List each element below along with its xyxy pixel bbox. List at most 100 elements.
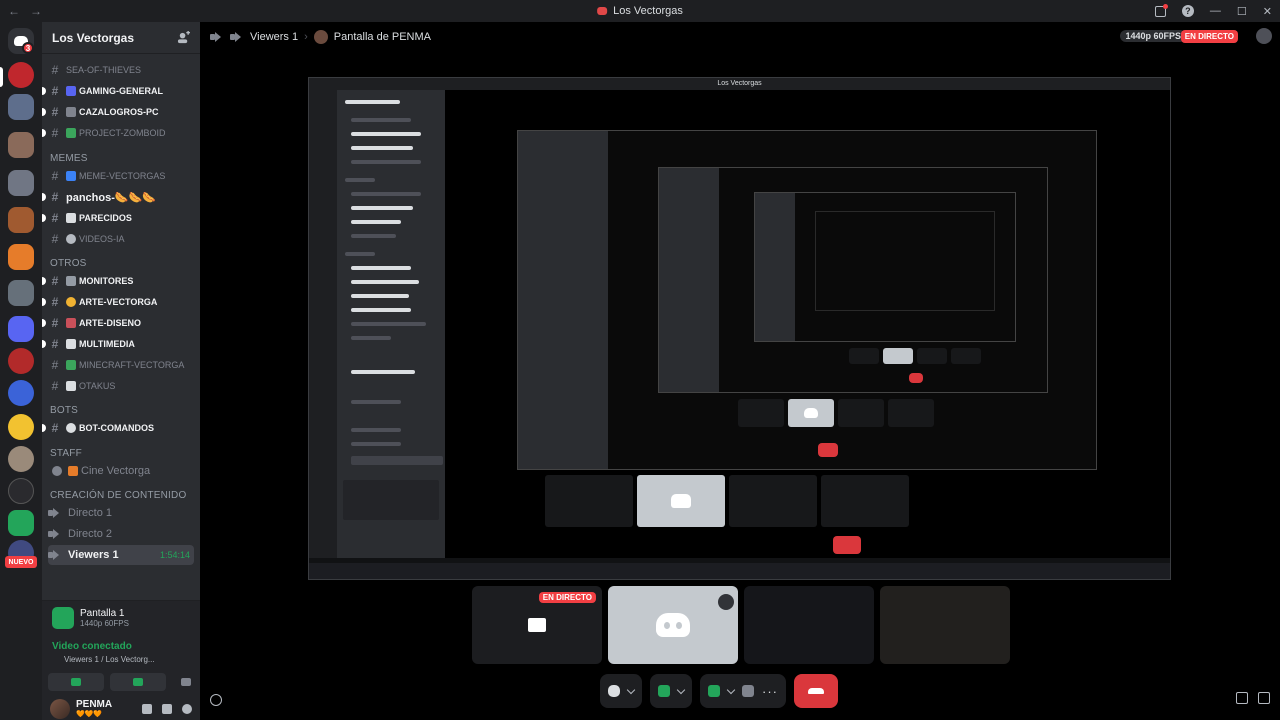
tile-camera-user-1[interactable] xyxy=(744,586,874,664)
settings-gear-icon[interactable] xyxy=(182,704,192,714)
camera-button[interactable] xyxy=(48,673,104,691)
channel-videos-ia[interactable]: # VIDEOS-IA xyxy=(48,229,194,249)
channel-otakus[interactable]: # OTAKUS xyxy=(48,376,194,396)
window-controls: ? — ☐ ✕ xyxy=(1154,0,1272,22)
hangup-icon xyxy=(808,688,824,694)
avatar[interactable] xyxy=(50,699,70,719)
unread-dot xyxy=(42,298,46,306)
close-button[interactable]: ✕ xyxy=(1263,5,1272,18)
nested-sidebar xyxy=(659,168,719,392)
channel-label: SEA-OF-THIEVES xyxy=(66,65,142,75)
add-member-icon[interactable] xyxy=(177,31,190,44)
channel-cazalogros-pc[interactable]: # CAZALOGROS-PC xyxy=(42,102,194,122)
user-status: 🧡🧡🧡 xyxy=(76,711,103,718)
hash-icon: # xyxy=(51,190,59,204)
share-screen-button[interactable] xyxy=(110,673,166,691)
chevron-down-icon[interactable] xyxy=(676,685,686,694)
channel-panchos[interactable]: # panchos-🌭🌭🌭 xyxy=(42,187,194,207)
category-bots[interactable]: BOTS xyxy=(50,405,78,416)
tile-screen-share[interactable]: EN DIRECTO xyxy=(472,586,602,664)
category-creacion[interactable]: CREACIÓN DE CONTENIDO xyxy=(50,490,186,501)
more-options-icon[interactable]: ··· xyxy=(762,684,778,699)
back-button[interactable]: ← xyxy=(8,4,20,18)
popout-icon[interactable] xyxy=(1236,692,1248,704)
shared-screen[interactable]: Los Vectorgas xyxy=(308,77,1171,580)
tile-menu-chevron-icon[interactable] xyxy=(718,594,734,610)
channel-multimedia[interactable]: # MULTIMEDIA xyxy=(42,334,194,354)
server-icon-car[interactable] xyxy=(8,348,34,374)
category-staff[interactable]: STAFF xyxy=(50,448,82,459)
microphone-icon[interactable] xyxy=(608,685,620,697)
invite-to-call-icon[interactable] xyxy=(210,694,222,706)
tile-discord-user[interactable] xyxy=(608,586,738,664)
eyes-icon xyxy=(66,381,76,391)
channel-monitores[interactable]: # MONITORES xyxy=(42,271,194,291)
mic-group[interactable] xyxy=(600,674,642,708)
unread-dot xyxy=(42,214,46,222)
camera-icon[interactable] xyxy=(658,685,670,697)
hash-icon: # xyxy=(51,379,59,393)
server-icon-avatar[interactable] xyxy=(8,446,34,472)
maximize-button[interactable]: ☐ xyxy=(1237,5,1247,18)
shared-line xyxy=(351,132,421,136)
channel-bot-comandos[interactable]: # BOT-COMANDOS xyxy=(42,418,194,438)
inbox-icon[interactable] xyxy=(1154,3,1168,17)
activities-button[interactable] xyxy=(172,673,200,691)
server-folder-1[interactable] xyxy=(8,94,34,120)
chevron-down-icon[interactable] xyxy=(626,685,636,694)
channel-project-zomboid[interactable]: # PROJECT-ZOMBOID xyxy=(42,123,194,143)
voice-channel-viewers-1[interactable]: Viewers 1 1:54:14 xyxy=(48,545,194,565)
fullscreen-icon[interactable] xyxy=(1258,692,1270,704)
channel-label: panchos-🌭🌭🌭 xyxy=(66,191,156,204)
forward-button[interactable]: → xyxy=(30,4,42,18)
chevron-down-icon[interactable] xyxy=(726,685,736,694)
voice-channel-directo-2[interactable]: Directo 2 xyxy=(48,524,194,544)
channel-label: OTAKUS xyxy=(79,381,116,391)
headphones-icon[interactable] xyxy=(162,704,172,714)
channel-label: MONITORES xyxy=(79,276,134,286)
channel-cine-vectorga[interactable]: Cine Vectorga xyxy=(48,461,194,481)
unread-dot xyxy=(42,424,46,432)
server-icon-signature[interactable] xyxy=(8,478,34,504)
minimize-button[interactable]: — xyxy=(1210,5,1221,17)
stream-panel: Pantalla 1 1440p 60FPS Video conectado V… xyxy=(42,600,200,698)
channel-arte-vectorga[interactable]: # ARTE-VECTORGA xyxy=(42,292,194,312)
server-icon-green[interactable] xyxy=(8,510,34,536)
hash-icon: # xyxy=(51,105,59,119)
category-otros[interactable]: OTROS xyxy=(50,258,87,269)
microphone-icon[interactable] xyxy=(142,704,152,714)
nested-hangup xyxy=(818,443,838,457)
controller-icon xyxy=(66,86,76,96)
tile-camera-user-2[interactable] xyxy=(880,586,1010,664)
server-icon-vectorgas[interactable] xyxy=(8,62,34,88)
server-icon-yellow[interactable] xyxy=(8,414,34,440)
channel-arte-diseno[interactable]: # ARTE-DISENO xyxy=(42,313,194,333)
call-controls: ··· xyxy=(600,674,838,708)
category-memes[interactable]: MEMES xyxy=(50,153,88,164)
shared-tile xyxy=(729,475,817,527)
server-folder-2[interactable] xyxy=(8,132,34,158)
activities-icon[interactable] xyxy=(742,685,754,697)
disconnect-button[interactable] xyxy=(794,674,838,708)
voice-channel-directo-1[interactable]: Directo 1 xyxy=(48,503,194,523)
server-header[interactable]: Los Vectorgas xyxy=(42,22,200,54)
server-icon-orange[interactable] xyxy=(8,244,34,270)
server-folder-4[interactable] xyxy=(8,207,34,233)
stream-options-icon[interactable] xyxy=(1256,28,1272,44)
channel-meme-vectorgas[interactable]: # MEME-VECTORGAS xyxy=(48,166,194,186)
channel-parecidos[interactable]: # PARECIDOS xyxy=(42,208,194,228)
server-folder-3[interactable] xyxy=(8,170,34,196)
help-icon[interactable]: ? xyxy=(1181,5,1194,17)
shared-taskbar xyxy=(309,563,1170,579)
channel-label: MINECRAFT-VECTORGA xyxy=(79,360,185,370)
server-folder-5[interactable] xyxy=(8,280,34,306)
server-icon-cartoon[interactable] xyxy=(8,380,34,406)
screen-group[interactable]: ··· xyxy=(700,674,786,708)
channel-minecraft-vectorga[interactable]: # MINECRAFT-VECTORGA xyxy=(48,355,194,375)
channel-sea-of-thieves[interactable]: # SEA-OF-THIEVES xyxy=(48,60,194,80)
user-info[interactable]: PENMA 🧡🧡🧡 xyxy=(76,700,112,719)
camera-group[interactable] xyxy=(650,674,692,708)
screen-share-icon[interactable] xyxy=(708,685,720,697)
server-folder-icon[interactable] xyxy=(8,316,34,342)
channel-gaming-general[interactable]: # GAMING-GENERAL xyxy=(42,81,194,101)
